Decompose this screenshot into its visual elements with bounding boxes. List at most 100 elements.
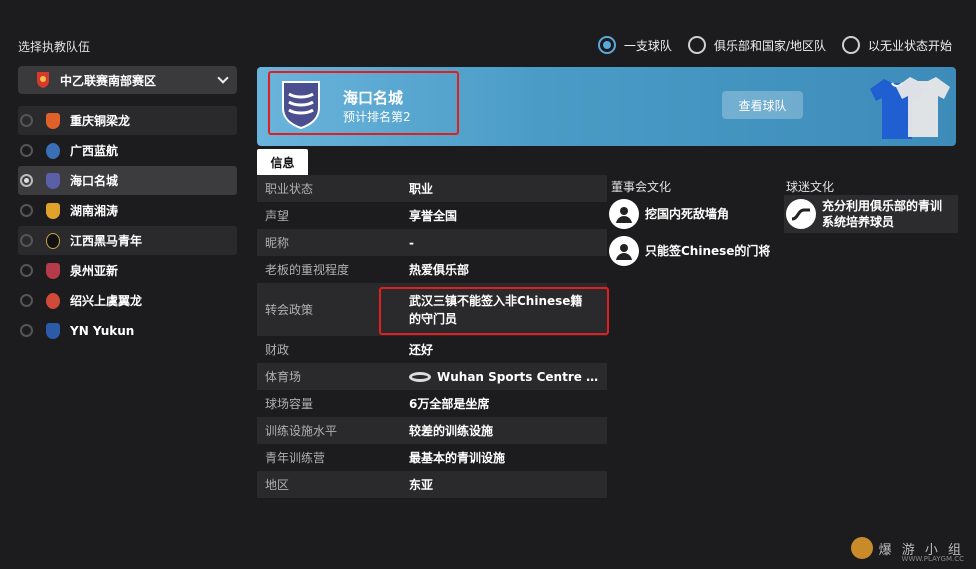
info-key: 体育场 [265,370,302,384]
chevron-down-icon [217,72,229,84]
info-row: 昵称 - [257,229,607,256]
team-crest-icon [46,232,60,249]
team-item-jiangxi[interactable]: 江西黑马青年 [18,226,237,255]
radio-button[interactable] [687,36,706,54]
info-row: 训练设施水平 较差的训练设施 [257,417,607,444]
info-key: 昵称 [265,236,290,250]
info-row-stadium[interactable]: 体育场 Wuhan Sports Centre Sta... [257,363,607,390]
board-culture-item: 只能签Chinese的门将 [609,236,770,266]
info-value: 6万全部是坐席 [409,397,490,411]
mode-option-label: 以无业状态开始 [867,38,952,53]
info-table: 职业状态 职业 声望 享誉全国 昵称 - 老板的重视程度 热爱俱乐部 转会政策 … [257,175,609,498]
team-list: 重庆铜梁龙 广西蓝航 海口名城 湖南湘涛 江西黑马青年 泉州亚新 绍兴上虞翼龙 … [18,106,237,346]
team-crest-icon [46,172,60,189]
mode-option-single-team[interactable]: 一支球队 [597,36,672,54]
stadium-name[interactable]: Wuhan Sports Centre Sta... [437,370,607,384]
watermark-url: WWW.PLAYGM.CC [901,555,964,563]
section-title: 选择执教队伍 [18,40,91,54]
mode-options: 一支球队 俱乐部和国家/地区队 以无业状态开始 [597,36,952,54]
info-value: - [409,235,414,250]
board-culture-title: 董事会文化 [611,180,672,194]
league-dropdown-label: 中乙联赛南部赛区 [60,73,157,88]
mode-option-label: 一支球队 [623,38,672,53]
board-culture-text: 只能签Chinese的门将 [645,244,771,258]
team-item-hunan[interactable]: 湖南湘涛 [18,196,237,225]
team-crest-icon [46,292,60,309]
stadium-icon [409,372,431,382]
team-crest-icon [46,262,60,279]
board-culture-item: 挖国内死敌墙角 [609,199,729,229]
person-icon [609,199,639,229]
team-crest-icon [46,142,60,159]
info-row: 职业状态 职业 [257,175,607,202]
fan-culture-text: 充分利用俱乐部的青训系统培养球员 [822,199,943,229]
team-banner: 海口名城 预计排名第2 查看球队 [257,67,956,146]
info-key: 财政 [265,343,290,357]
team-item-guangxi[interactable]: 广西蓝航 [18,136,237,165]
away-kit-icon [896,77,950,137]
info-key: 老板的重视程度 [265,263,350,277]
info-row: 青年训练营 最基本的青训设施 [257,444,607,471]
mode-option-club-and-nation[interactable]: 俱乐部和国家/地区队 [687,36,826,54]
radio-button[interactable] [20,294,33,307]
team-name: 广西蓝航 [70,144,119,158]
watermark-logo-icon [850,537,873,559]
team-item-quanzhou[interactable]: 泉州亚新 [18,256,237,285]
team-item-haikou[interactable]: 海口名城 [18,166,237,195]
info-key: 青年训练营 [265,451,326,465]
info-value: 享誉全国 [409,209,458,223]
highlight-box [268,71,459,135]
info-value[interactable]: Wuhan Sports Centre Sta... [409,370,607,384]
team-name: YN Yukun [70,323,135,338]
team-name: 江西黑马青年 [70,234,143,248]
highlight-box [379,287,609,335]
team-name: 湖南湘涛 [70,204,119,218]
radio-button[interactable] [841,36,860,54]
team-crest-icon [46,322,60,339]
view-team-button[interactable]: 查看球队 [722,91,803,119]
league-logo-icon [37,72,49,88]
league-dropdown[interactable]: 中乙联赛南部赛区 [18,66,237,94]
info-row: 球场容量 6万全部是坐席 [257,390,607,417]
info-key: 职业状态 [265,182,314,196]
team-item-shaoxing[interactable]: 绍兴上虞翼龙 [18,286,237,315]
trend-up-icon [786,199,816,229]
info-key: 训练设施水平 [265,424,338,438]
radio-button[interactable] [20,114,33,127]
radio-button[interactable] [20,234,33,247]
radio-button[interactable] [20,204,33,217]
board-culture-text: 挖国内死敌墙角 [645,207,730,221]
mode-option-label: 俱乐部和国家/地区队 [713,38,826,53]
fan-culture-title: 球迷文化 [786,180,835,194]
radio-button[interactable] [20,264,33,277]
info-key: 声望 [265,209,290,223]
info-row-transfer-policy: 转会政策 武汉三镇不能签入非Chinese籍的守门员 [257,283,609,336]
info-value: 热爱俱乐部 [409,263,470,277]
info-value: 东亚 [409,478,434,492]
team-item-chongqing[interactable]: 重庆铜梁龙 [18,106,237,135]
person-icon [609,236,639,266]
info-value: 职业 [409,182,434,196]
fan-culture-item: 充分利用俱乐部的青训系统培养球员 [784,195,958,233]
info-row: 声望 享誉全国 [257,202,607,229]
radio-button[interactable] [20,324,33,337]
radio-button[interactable] [597,36,616,54]
radio-button[interactable] [20,144,33,157]
info-row: 财政 还好 [257,336,607,363]
info-value: 较差的训练设施 [409,424,494,438]
team-name: 泉州亚新 [70,264,119,278]
info-key: 地区 [265,478,290,492]
mode-option-unemployed[interactable]: 以无业状态开始 [841,36,952,54]
info-row: 老板的重视程度 热爱俱乐部 [257,256,607,283]
info-value: 还好 [409,343,434,357]
info-value: 最基本的青训设施 [409,451,506,465]
info-key: 球场容量 [265,397,314,411]
tab-info[interactable]: 信息 [257,149,308,175]
team-name: 重庆铜梁龙 [70,114,131,128]
team-crest-icon [46,202,60,219]
team-name: 海口名城 [70,174,119,188]
team-item-yn-yukun[interactable]: YN Yukun [18,316,237,345]
team-name: 绍兴上虞翼龙 [70,294,143,308]
radio-button[interactable] [20,174,33,187]
team-crest-icon [46,112,60,129]
